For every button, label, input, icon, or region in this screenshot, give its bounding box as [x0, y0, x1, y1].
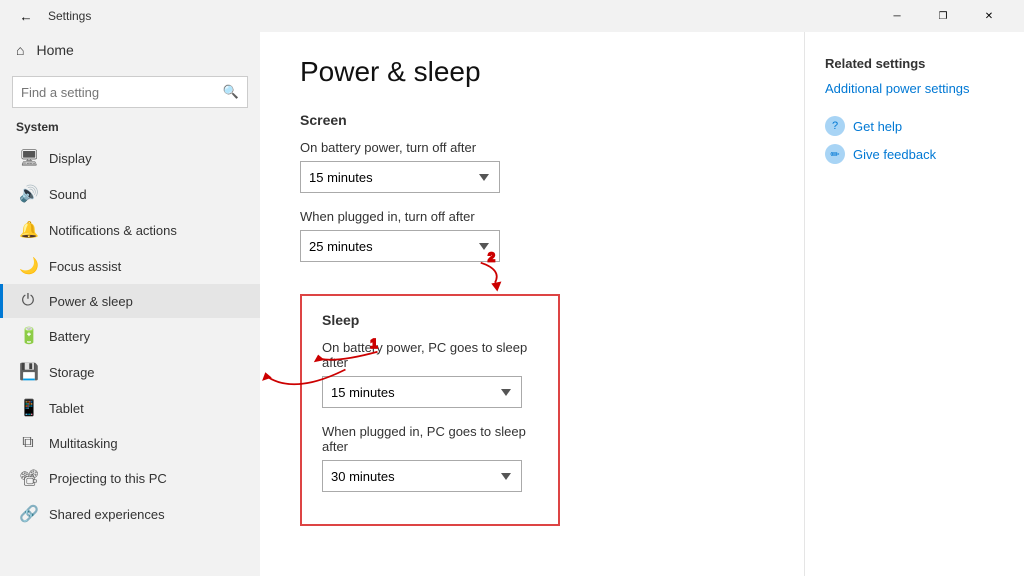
- sidebar-item-projecting[interactable]: 📽 Projecting to this PC: [0, 460, 260, 496]
- storage-icon: 💾: [19, 362, 37, 382]
- sidebar-projecting-label: Projecting to this PC: [49, 471, 167, 486]
- app-body: ⌂ Home 🔍 System 🖥 Display 🔊 Sound 🔔 Noti…: [0, 32, 1024, 576]
- screen-section: Screen On battery power, turn off after …: [300, 112, 764, 262]
- sidebar-item-tablet[interactable]: 📱 Tablet: [0, 390, 260, 426]
- back-icon: ←: [19, 9, 32, 24]
- screen-battery-group: On battery power, turn off after 15 minu…: [300, 140, 764, 193]
- tablet-icon: 📱: [19, 398, 37, 418]
- system-label: System: [0, 116, 260, 138]
- sidebar-item-battery[interactable]: 🔋 Battery: [0, 318, 260, 354]
- screen-battery-dropdown[interactable]: 15 minutes 5 minutes 10 minutes 20 minut…: [300, 161, 500, 193]
- main-content: Power & sleep Screen On battery power, t…: [260, 32, 804, 576]
- right-panel: Related settings Additional power settin…: [804, 32, 1024, 576]
- sleep-section-title: Sleep: [322, 312, 538, 328]
- sidebar-sound-label: Sound: [49, 187, 87, 202]
- sleep-battery-group: On battery power, PC goes to sleep after…: [322, 340, 538, 408]
- screen-battery-label: On battery power, turn off after: [300, 140, 764, 155]
- sidebar-battery-label: Battery: [49, 329, 90, 344]
- restore-button[interactable]: ❐: [920, 0, 966, 32]
- sound-icon: 🔊: [19, 184, 37, 204]
- shared-icon: 🔗: [19, 504, 37, 524]
- sidebar-item-sound[interactable]: 🔊 Sound: [0, 176, 260, 212]
- sidebar-home-label: Home: [36, 42, 73, 58]
- sidebar-item-power-sleep[interactable]: ⏻ Power & sleep: [0, 284, 260, 318]
- sidebar-item-notifications[interactable]: 🔔 Notifications & actions: [0, 212, 260, 248]
- multitasking-icon: ⧉: [19, 434, 37, 452]
- sidebar-multitasking-label: Multitasking: [49, 436, 118, 451]
- back-button[interactable]: ←: [12, 2, 40, 30]
- sidebar: ⌂ Home 🔍 System 🖥 Display 🔊 Sound 🔔 Noti…: [0, 32, 260, 576]
- battery-icon: 🔋: [19, 326, 37, 346]
- sidebar-storage-label: Storage: [49, 365, 95, 380]
- give-feedback-label[interactable]: Give feedback: [853, 147, 936, 162]
- search-input[interactable]: [13, 85, 215, 100]
- sidebar-item-display[interactable]: 🖥 Display: [0, 140, 260, 176]
- sleep-plugged-label: When plugged in, PC goes to sleep after: [322, 424, 538, 454]
- titlebar: ← Settings ─ ❐ ✕: [0, 0, 1024, 32]
- give-feedback-action[interactable]: ✏ Give feedback: [825, 144, 1004, 164]
- sidebar-notifications-label: Notifications & actions: [49, 223, 177, 238]
- screen-plugged-label: When plugged in, turn off after: [300, 209, 764, 224]
- screen-plugged-group: When plugged in, turn off after 25 minut…: [300, 209, 764, 262]
- sidebar-shared-label: Shared experiences: [49, 507, 165, 522]
- sidebar-search-box[interactable]: 🔍: [12, 76, 248, 108]
- page-title: Power & sleep: [300, 56, 764, 88]
- give-feedback-icon: ✏: [825, 144, 845, 164]
- close-button[interactable]: ✕: [966, 0, 1012, 32]
- sidebar-item-focus-assist[interactable]: 🌙 Focus assist: [0, 248, 260, 284]
- related-settings-title: Related settings: [825, 56, 1004, 71]
- screen-section-title: Screen: [300, 112, 764, 128]
- sidebar-item-multitasking[interactable]: ⧉ Multitasking: [0, 426, 260, 460]
- sidebar-item-shared[interactable]: 🔗 Shared experiences: [0, 496, 260, 532]
- sleep-plugged-dropdown[interactable]: 30 minutes 1 minute 5 minutes 10 minutes…: [322, 460, 522, 492]
- titlebar-title: Settings: [48, 9, 91, 23]
- sleep-battery-label: On battery power, PC goes to sleep after: [322, 340, 538, 370]
- projecting-icon: 📽: [19, 468, 37, 488]
- get-help-action[interactable]: ? Get help: [825, 116, 1004, 136]
- additional-power-link[interactable]: Additional power settings: [825, 81, 1004, 96]
- get-help-icon: ?: [825, 116, 845, 136]
- sleep-plugged-group: When plugged in, PC goes to sleep after …: [322, 424, 538, 492]
- sidebar-item-home[interactable]: ⌂ Home: [0, 32, 260, 68]
- notifications-icon: 🔔: [19, 220, 37, 240]
- sidebar-item-storage[interactable]: 💾 Storage: [0, 354, 260, 390]
- power-icon: ⏻: [19, 292, 37, 310]
- get-help-label[interactable]: Get help: [853, 119, 902, 134]
- display-icon: 🖥: [19, 148, 37, 168]
- sidebar-tablet-label: Tablet: [49, 401, 84, 416]
- sidebar-power-label: Power & sleep: [49, 294, 133, 309]
- sleep-battery-dropdown[interactable]: 15 minutes 1 minute 5 minutes 10 minutes…: [322, 376, 522, 408]
- focus-icon: 🌙: [19, 256, 37, 276]
- window-controls: ─ ❐ ✕: [874, 0, 1012, 32]
- home-icon: ⌂: [16, 42, 24, 58]
- minimize-button[interactable]: ─: [874, 0, 920, 32]
- sidebar-display-label: Display: [49, 151, 92, 166]
- search-icon: 🔍: [215, 84, 247, 100]
- sleep-section: Sleep On battery power, PC goes to sleep…: [300, 294, 560, 526]
- screen-plugged-dropdown[interactable]: 25 minutes 5 minutes 10 minutes 15 minut…: [300, 230, 500, 262]
- sidebar-focus-label: Focus assist: [49, 259, 121, 274]
